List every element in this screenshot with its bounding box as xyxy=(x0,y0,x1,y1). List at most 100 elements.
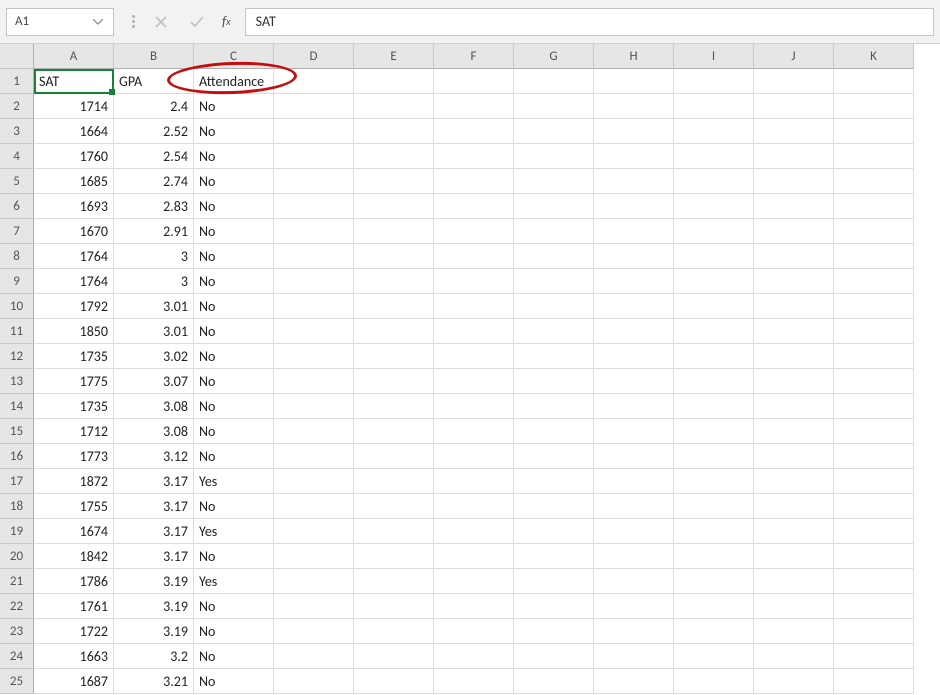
cell-J1[interactable] xyxy=(754,69,834,94)
cell-K25[interactable] xyxy=(834,669,914,694)
cell-K6[interactable] xyxy=(834,194,914,219)
row-header[interactable]: 22 xyxy=(0,594,34,619)
cell-K20[interactable] xyxy=(834,544,914,569)
row-header[interactable]: 14 xyxy=(0,394,34,419)
cell-F5[interactable] xyxy=(434,169,514,194)
cell-I13[interactable] xyxy=(674,369,754,394)
cell-K23[interactable] xyxy=(834,619,914,644)
row-header[interactable]: 24 xyxy=(0,644,34,669)
cell-E6[interactable] xyxy=(354,194,434,219)
cell-E16[interactable] xyxy=(354,444,434,469)
cell-I25[interactable] xyxy=(674,669,754,694)
select-all-corner[interactable] xyxy=(0,44,34,69)
cell-G4[interactable] xyxy=(514,144,594,169)
cell-D5[interactable] xyxy=(274,169,354,194)
cell-C22[interactable]: No xyxy=(194,594,274,619)
cell-D15[interactable] xyxy=(274,419,354,444)
cell-K1[interactable] xyxy=(834,69,914,94)
row-header[interactable]: 10 xyxy=(0,294,34,319)
cell-G23[interactable] xyxy=(514,619,594,644)
cell-B1[interactable]: GPA xyxy=(114,69,194,94)
cell-I7[interactable] xyxy=(674,219,754,244)
cell-C13[interactable]: No xyxy=(194,369,274,394)
cell-D1[interactable] xyxy=(274,69,354,94)
cell-B24[interactable]: 3.2 xyxy=(114,644,194,669)
cell-I22[interactable] xyxy=(674,594,754,619)
cell-A9[interactable]: 1764 xyxy=(34,269,114,294)
cell-D20[interactable] xyxy=(274,544,354,569)
cell-C17[interactable]: Yes xyxy=(194,469,274,494)
cell-B9[interactable]: 3 xyxy=(114,269,194,294)
cell-K7[interactable] xyxy=(834,219,914,244)
cell-F4[interactable] xyxy=(434,144,514,169)
cell-F14[interactable] xyxy=(434,394,514,419)
cell-A1[interactable]: SAT xyxy=(34,69,114,94)
cell-C2[interactable]: No xyxy=(194,94,274,119)
cell-K12[interactable] xyxy=(834,344,914,369)
cell-E12[interactable] xyxy=(354,344,434,369)
cell-E4[interactable] xyxy=(354,144,434,169)
cell-D8[interactable] xyxy=(274,244,354,269)
cell-G16[interactable] xyxy=(514,444,594,469)
cell-G17[interactable] xyxy=(514,469,594,494)
column-header-B[interactable]: B xyxy=(114,44,194,69)
cell-A6[interactable]: 1693 xyxy=(34,194,114,219)
cell-J10[interactable] xyxy=(754,294,834,319)
cell-C11[interactable]: No xyxy=(194,319,274,344)
row-header[interactable]: 17 xyxy=(0,469,34,494)
row-header[interactable]: 21 xyxy=(0,569,34,594)
cell-C10[interactable]: No xyxy=(194,294,274,319)
cell-D14[interactable] xyxy=(274,394,354,419)
cell-H4[interactable] xyxy=(594,144,674,169)
cell-G10[interactable] xyxy=(514,294,594,319)
row-header[interactable]: 18 xyxy=(0,494,34,519)
row-header[interactable]: 3 xyxy=(0,119,34,144)
cell-F15[interactable] xyxy=(434,419,514,444)
cell-K15[interactable] xyxy=(834,419,914,444)
cell-A23[interactable]: 1722 xyxy=(34,619,114,644)
cell-D6[interactable] xyxy=(274,194,354,219)
cell-K14[interactable] xyxy=(834,394,914,419)
cell-K3[interactable] xyxy=(834,119,914,144)
cell-J14[interactable] xyxy=(754,394,834,419)
cell-A8[interactable]: 1764 xyxy=(34,244,114,269)
cell-B14[interactable]: 3.08 xyxy=(114,394,194,419)
cell-I10[interactable] xyxy=(674,294,754,319)
cell-G20[interactable] xyxy=(514,544,594,569)
cell-G7[interactable] xyxy=(514,219,594,244)
cell-C6[interactable]: No xyxy=(194,194,274,219)
cell-F22[interactable] xyxy=(434,594,514,619)
cell-B8[interactable]: 3 xyxy=(114,244,194,269)
cell-I11[interactable] xyxy=(674,319,754,344)
cell-E25[interactable] xyxy=(354,669,434,694)
cell-K2[interactable] xyxy=(834,94,914,119)
cell-K9[interactable] xyxy=(834,269,914,294)
cell-H24[interactable] xyxy=(594,644,674,669)
cell-A10[interactable]: 1792 xyxy=(34,294,114,319)
cell-F18[interactable] xyxy=(434,494,514,519)
cell-C14[interactable]: No xyxy=(194,394,274,419)
cell-E3[interactable] xyxy=(354,119,434,144)
cell-F24[interactable] xyxy=(434,644,514,669)
cell-B4[interactable]: 2.54 xyxy=(114,144,194,169)
cell-F20[interactable] xyxy=(434,544,514,569)
cell-I16[interactable] xyxy=(674,444,754,469)
cell-D21[interactable] xyxy=(274,569,354,594)
cell-F7[interactable] xyxy=(434,219,514,244)
cell-J13[interactable] xyxy=(754,369,834,394)
cell-A24[interactable]: 1663 xyxy=(34,644,114,669)
cell-I14[interactable] xyxy=(674,394,754,419)
cell-F19[interactable] xyxy=(434,519,514,544)
cell-D18[interactable] xyxy=(274,494,354,519)
cell-A12[interactable]: 1735 xyxy=(34,344,114,369)
cell-I9[interactable] xyxy=(674,269,754,294)
cell-D11[interactable] xyxy=(274,319,354,344)
cell-J18[interactable] xyxy=(754,494,834,519)
cell-E11[interactable] xyxy=(354,319,434,344)
cell-B7[interactable]: 2.91 xyxy=(114,219,194,244)
cell-J11[interactable] xyxy=(754,319,834,344)
cell-E5[interactable] xyxy=(354,169,434,194)
cell-H9[interactable] xyxy=(594,269,674,294)
cell-K11[interactable] xyxy=(834,319,914,344)
cell-G14[interactable] xyxy=(514,394,594,419)
